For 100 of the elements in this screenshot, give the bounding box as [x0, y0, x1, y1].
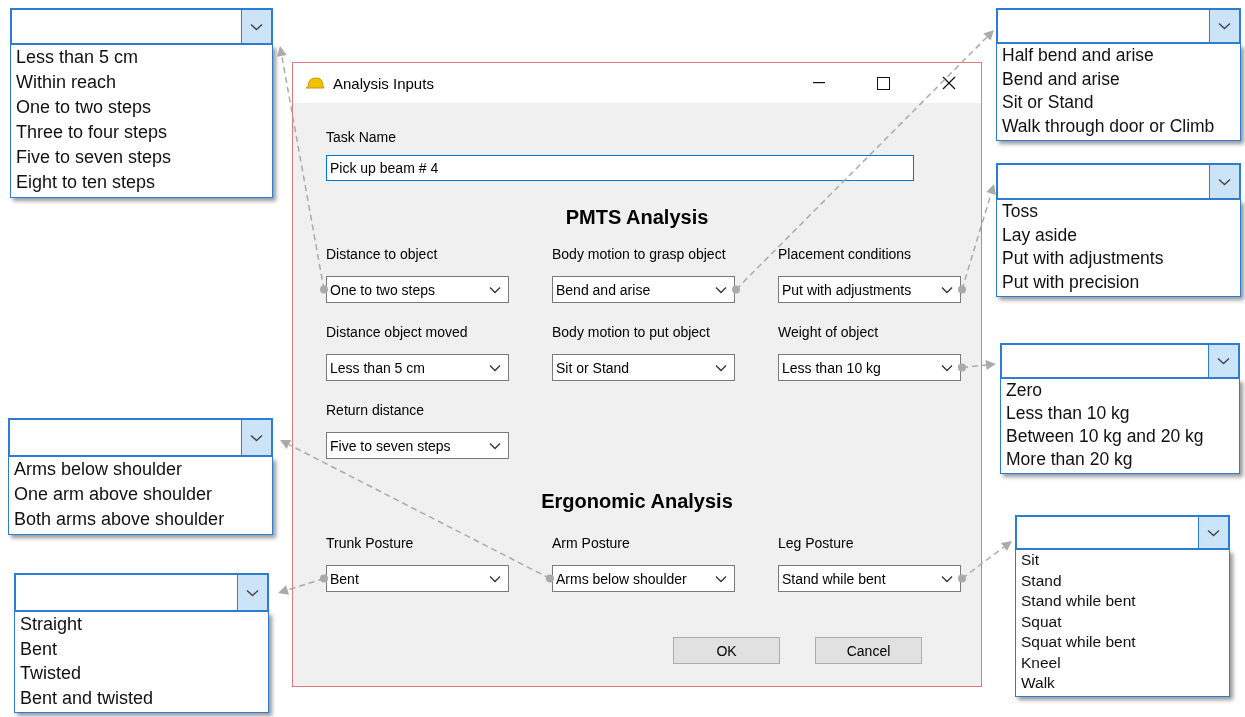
field-label: Leg Posture: [778, 534, 855, 552]
section-heading: PMTS Analysis: [564, 205, 710, 230]
list-option[interactable]: Stand while bent: [1016, 591, 1229, 612]
chevron-icon: [489, 574, 501, 583]
chevron-icon: [250, 433, 263, 442]
combo-value: Less than 10 kg: [781, 359, 882, 376]
list-option[interactable]: Kneel: [1016, 652, 1229, 673]
combo-value: Bend and arise: [555, 281, 652, 298]
list-option[interactable]: Less than 5 cm: [11, 45, 272, 70]
field-label: Distance to object: [326, 245, 439, 263]
list-option[interactable]: More than 20 kg: [1001, 448, 1239, 471]
list-option[interactable]: Zero: [1001, 379, 1239, 402]
maximize-icon: [877, 76, 890, 90]
list-option[interactable]: Put with precision: [997, 270, 1240, 294]
chevron-icon: [941, 363, 953, 372]
dropdown-field[interactable]: Less than 5 cm: [326, 354, 509, 381]
dropdown-field[interactable]: Put with adjustments: [778, 276, 961, 303]
list-option[interactable]: One arm above shoulder: [9, 482, 272, 507]
dropdown-field[interactable]: Less than 10 kg: [778, 354, 961, 381]
dropdown-field[interactable]: One to two steps: [326, 276, 509, 303]
dropdown-field[interactable]: [1015, 515, 1230, 550]
dropdown-field[interactable]: [996, 8, 1241, 44]
list-option[interactable]: Put with adjustments: [997, 247, 1240, 271]
list-option[interactable]: Toss: [997, 200, 1240, 224]
combo-value: Five to seven steps: [329, 437, 452, 454]
list-option[interactable]: Eight to ten steps: [11, 170, 272, 195]
combo-value: Sit or Stand: [555, 359, 631, 376]
dropdown-field[interactable]: Bent: [326, 565, 509, 592]
list-option[interactable]: Stand: [1016, 570, 1229, 591]
list-option[interactable]: Squat while bent: [1016, 632, 1229, 653]
minimize-icon: [812, 82, 825, 84]
chevron-icon: [715, 363, 727, 372]
dropdown-button[interactable]: [1208, 345, 1238, 377]
field-label: Placement conditions: [778, 245, 913, 263]
dropdown-field[interactable]: Stand while bent: [778, 565, 961, 592]
list-option[interactable]: Three to four steps: [11, 120, 272, 145]
list-option[interactable]: Bent and twisted: [15, 685, 268, 710]
list-option[interactable]: Half bend and arise: [997, 44, 1240, 68]
dropdown-field[interactable]: Sit or Stand: [552, 354, 735, 381]
list-option[interactable]: Bent: [15, 636, 268, 661]
list-option[interactable]: Walk through door or Climb: [997, 114, 1240, 138]
dropdown-button[interactable]: [1209, 10, 1239, 42]
window-title: Analysis Inputs: [333, 74, 434, 92]
close-icon: [941, 76, 956, 90]
list-option[interactable]: One to two steps: [11, 95, 272, 120]
dropdown-button[interactable]: [1198, 517, 1228, 548]
list-option[interactable]: Less than 10 kg: [1001, 402, 1239, 425]
list-option[interactable]: Sit: [1016, 550, 1229, 571]
field-label: Body motion to put object: [552, 323, 711, 341]
chevron-icon: [1207, 528, 1220, 537]
list-option[interactable]: Walk: [1016, 673, 1229, 694]
connector-arrow: [958, 360, 996, 372]
combo-value: One to two steps: [329, 281, 437, 298]
chevron-icon: [489, 363, 501, 372]
dropdown-field[interactable]: Arms below shoulder: [552, 565, 735, 592]
dropdown-button[interactable]: [237, 575, 267, 610]
list-option[interactable]: Bend and arise: [997, 67, 1240, 91]
chevron-icon: [1218, 22, 1231, 30]
list-option[interactable]: Straight: [15, 612, 268, 637]
field-label: Arm Posture: [552, 534, 631, 552]
text-field[interactable]: Pick up beam # 4: [326, 155, 914, 181]
chevron-icon: [941, 574, 953, 583]
chevron-icon: [246, 588, 259, 597]
dropdown-field[interactable]: [8, 418, 273, 457]
list-option[interactable]: Within reach: [11, 70, 272, 95]
field-label: Return distance: [326, 401, 426, 419]
field-label: Distance object moved: [326, 323, 469, 341]
dropdown-button[interactable]: [241, 10, 271, 43]
chevron-icon: [489, 441, 501, 450]
dropdown-field[interactable]: [10, 8, 273, 45]
dropdown-field[interactable]: [1000, 343, 1240, 379]
combo-value: Put with adjustments: [781, 281, 913, 298]
combo-value: Stand while bent: [781, 570, 887, 587]
list-option[interactable]: Both arms above shoulder: [9, 507, 272, 532]
list-option[interactable]: Squat: [1016, 611, 1229, 632]
list-option[interactable]: Arms below shoulder: [9, 457, 272, 482]
dropdown-button[interactable]: [241, 420, 271, 455]
chevron-icon: [715, 285, 727, 294]
dialog-button[interactable]: Cancel: [815, 637, 922, 664]
dialog-button[interactable]: OK: [673, 637, 780, 664]
field-label: Body motion to grasp object: [552, 245, 727, 263]
dropdown-field[interactable]: [14, 573, 269, 612]
hard-hat-icon: [305, 76, 325, 90]
chevron-icon: [1218, 177, 1231, 186]
list-option[interactable]: Between 10 kg and 20 kg: [1001, 425, 1239, 448]
section-heading: Ergonomic Analysis: [540, 489, 734, 514]
list-option[interactable]: Five to seven steps: [11, 145, 272, 170]
list-option[interactable]: Twisted: [15, 661, 268, 686]
chevron-icon: [941, 285, 953, 294]
combo-value: Bent: [329, 570, 360, 587]
list-option[interactable]: Lay aside: [997, 223, 1240, 247]
dropdown-field[interactable]: Bend and arise: [552, 276, 735, 303]
field-label: Weight of object: [778, 323, 880, 341]
dropdown-field[interactable]: Five to seven steps: [326, 432, 509, 459]
dropdown-button[interactable]: [1209, 165, 1239, 198]
dropdown-field[interactable]: [996, 163, 1241, 200]
combo-value: Arms below shoulder: [555, 570, 688, 587]
field-label: Trunk Posture: [326, 534, 415, 552]
list-option[interactable]: Sit or Stand: [997, 91, 1240, 115]
chevron-icon: [715, 574, 727, 583]
